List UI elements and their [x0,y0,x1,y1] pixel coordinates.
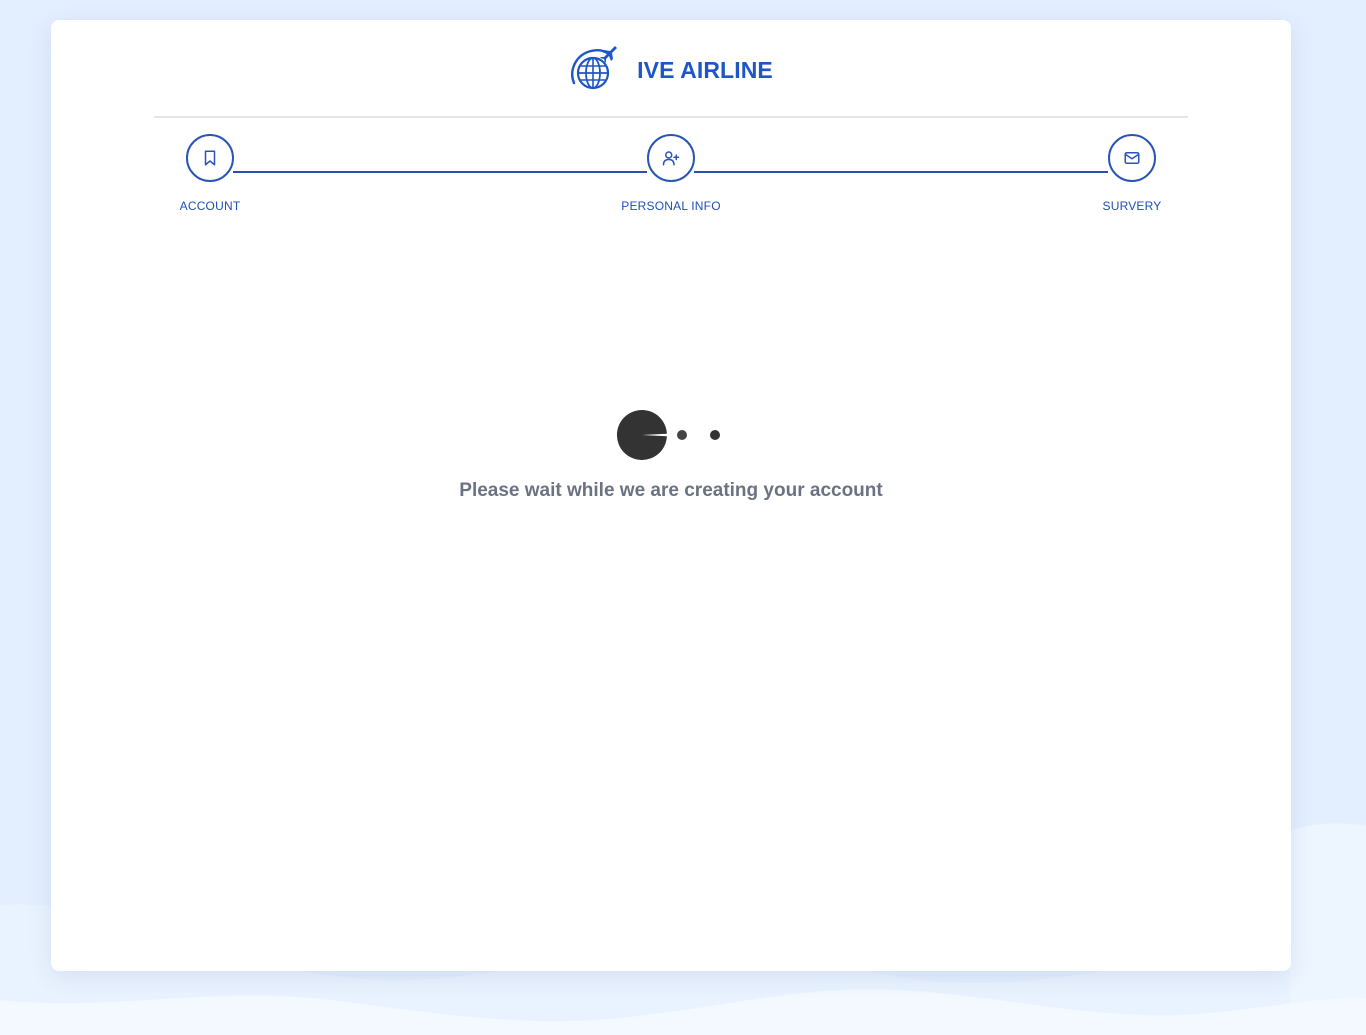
step-connector [694,171,1108,173]
step-label: ACCOUNT [179,199,241,213]
step-label: SURVERY [1102,199,1162,213]
mail-icon [1124,152,1140,164]
step-label: PERSONAL INFO [621,199,721,213]
step-personal-info[interactable]: PERSONAL INFO [591,134,751,213]
user-plus-icon [662,151,680,166]
registration-card: IVE AIRLINE ACCOUNT PERSONAL INFO SURVER… [51,20,1291,971]
progress-stepper: ACCOUNT PERSONAL INFO SURVERY [51,134,1291,224]
globe-airplane-icon [571,46,618,90]
step-circle[interactable] [1108,134,1156,182]
pacman-loader-icon [616,409,720,460]
bookmark-icon [204,150,216,166]
step-circle[interactable] [647,134,695,182]
header-divider [154,116,1188,118]
step-connector [233,171,647,173]
brand-name: IVE AIRLINE [637,56,773,83]
step-account[interactable]: ACCOUNT [130,134,290,213]
step-circle[interactable] [186,134,234,182]
brand-header: IVE AIRLINE [51,42,1291,98]
loading-message: Please wait while we are creating your a… [459,480,883,501]
loading-section: Please wait while we are creating your a… [51,408,1291,502]
step-survery[interactable]: SURVERY [1052,134,1212,213]
